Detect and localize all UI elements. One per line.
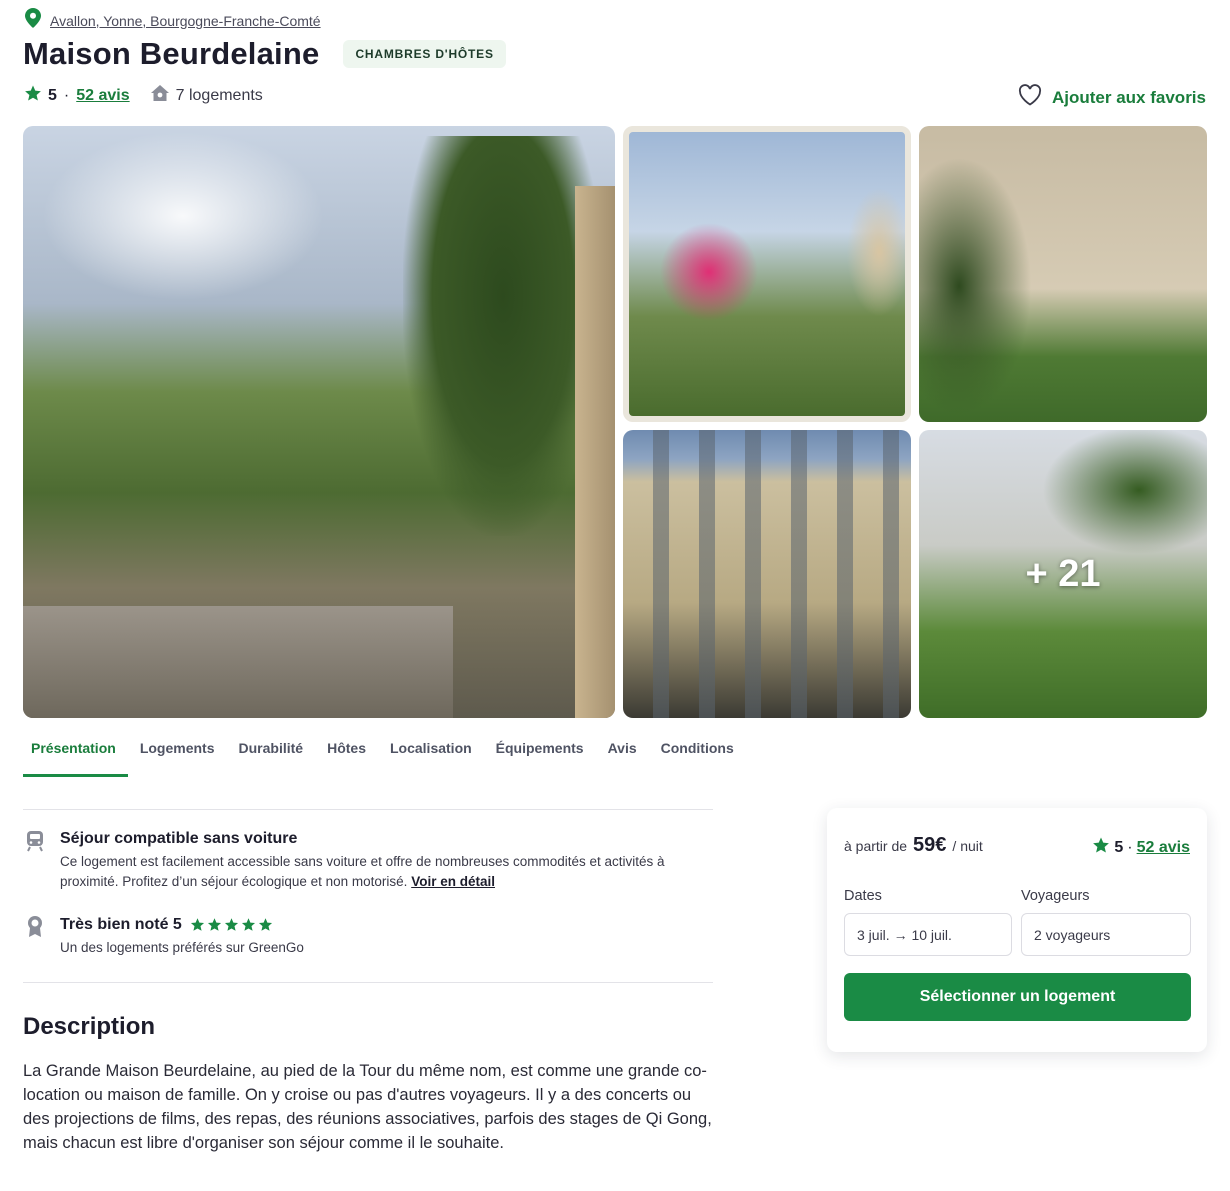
more-photos-count[interactable]: + 21 bbox=[919, 430, 1207, 718]
tab-presentation[interactable]: Présentation bbox=[23, 732, 128, 777]
location-link[interactable]: Avallon, Yonne, Bourgogne-Franche-Comté bbox=[50, 13, 321, 29]
select-lodging-button[interactable]: Sélectionner un logement bbox=[844, 973, 1191, 1021]
guests-field[interactable]: 2 voyageurs bbox=[1021, 913, 1191, 956]
map-pin-icon bbox=[24, 8, 42, 33]
star-icon bbox=[225, 918, 239, 932]
lodgings-count: 7 logements bbox=[175, 86, 263, 104]
house-icon bbox=[150, 84, 170, 107]
star-icon bbox=[191, 918, 205, 932]
star-icon bbox=[242, 918, 256, 932]
star-icon bbox=[24, 84, 42, 107]
divider bbox=[23, 982, 713, 983]
guests-label: Voyageurs bbox=[1021, 888, 1090, 904]
feature-title: Séjour compatible sans voiture bbox=[60, 830, 298, 847]
photo-tree-shape bbox=[403, 136, 603, 536]
section-tabs: Présentation Logements Durabilité Hôtes … bbox=[23, 732, 746, 777]
rating-stars bbox=[190, 917, 273, 932]
price-per-night: / nuit bbox=[952, 838, 983, 854]
rating-value: 5 bbox=[48, 86, 57, 104]
tab-conditions[interactable]: Conditions bbox=[649, 732, 746, 777]
separator-dot: · bbox=[1127, 838, 1133, 856]
feature-text: Ce logement est facilement accessible sa… bbox=[60, 852, 700, 892]
price-info: à partir de 59€ / nuit bbox=[844, 834, 983, 857]
tab-equipements[interactable]: Équipements bbox=[484, 732, 596, 777]
divider bbox=[23, 809, 713, 810]
train-icon bbox=[24, 830, 46, 852]
dates-field[interactable]: 3 juil. → 10 juil. bbox=[844, 913, 1012, 956]
feature-top-rated: Très bien noté 5 Un des logements préfér… bbox=[24, 916, 700, 958]
tab-durabilite[interactable]: Durabilité bbox=[227, 732, 316, 777]
add-favorite-button[interactable]: Ajouter aux favoris bbox=[1018, 84, 1206, 111]
award-icon bbox=[24, 916, 46, 938]
photo-rose[interactable] bbox=[623, 126, 911, 422]
star-icon bbox=[208, 918, 222, 932]
category-badge: CHAMBRES D'HÔTES bbox=[343, 40, 506, 68]
add-favorite-label: Ajouter aux favoris bbox=[1052, 87, 1206, 107]
price-from-label: à partir de bbox=[844, 838, 908, 854]
price-amount: 59€ bbox=[913, 834, 947, 856]
feature-text: Un des logements préférés sur GreenGo bbox=[60, 940, 304, 955]
photo-main-view[interactable] bbox=[23, 126, 615, 718]
photo-house-garden[interactable] bbox=[919, 126, 1207, 422]
tab-logements[interactable]: Logements bbox=[128, 732, 227, 777]
rating-value: 5 bbox=[1114, 838, 1124, 856]
feature-car-free: Séjour compatible sans voiture Ce logeme… bbox=[24, 830, 700, 892]
heart-icon bbox=[1018, 84, 1042, 111]
photo-gallery: + 21 bbox=[23, 126, 1207, 718]
photo-facade[interactable] bbox=[623, 430, 911, 718]
booking-card: à partir de 59€ / nuit 5 · 52 avis Dates… bbox=[827, 808, 1207, 1052]
feature-title: Très bien noté 5 bbox=[60, 916, 700, 934]
reviews-link[interactable]: 52 avis bbox=[76, 87, 129, 105]
rating-summary: 5 · 52 avis 7 logements bbox=[24, 84, 263, 107]
separator-dot: · bbox=[63, 86, 70, 104]
description-text: La Grande Maison Beurdelaine, au pied de… bbox=[23, 1062, 712, 1152]
reviews-link[interactable]: 52 avis bbox=[1137, 839, 1190, 857]
tab-localisation[interactable]: Localisation bbox=[378, 732, 484, 777]
photo-building-shape bbox=[575, 186, 615, 718]
dates-label: Dates bbox=[844, 888, 882, 904]
photo-wall-shape bbox=[23, 606, 453, 718]
description-title: Description bbox=[23, 1013, 156, 1040]
see-details-link[interactable]: Voir en détail bbox=[411, 874, 495, 889]
location-breadcrumb: Avallon, Yonne, Bourgogne-Franche-Comté bbox=[24, 8, 321, 33]
tab-hotes[interactable]: Hôtes bbox=[315, 732, 378, 777]
page-title: Maison Beurdelaine bbox=[23, 36, 320, 71]
booking-rating: 5 · 52 avis bbox=[1092, 836, 1190, 859]
star-icon bbox=[259, 918, 273, 932]
feature-description: Ce logement est facilement accessible sa… bbox=[60, 854, 665, 889]
star-icon bbox=[1092, 836, 1110, 859]
rated-label: Très bien noté 5 bbox=[60, 916, 182, 933]
tab-avis[interactable]: Avis bbox=[596, 732, 649, 777]
